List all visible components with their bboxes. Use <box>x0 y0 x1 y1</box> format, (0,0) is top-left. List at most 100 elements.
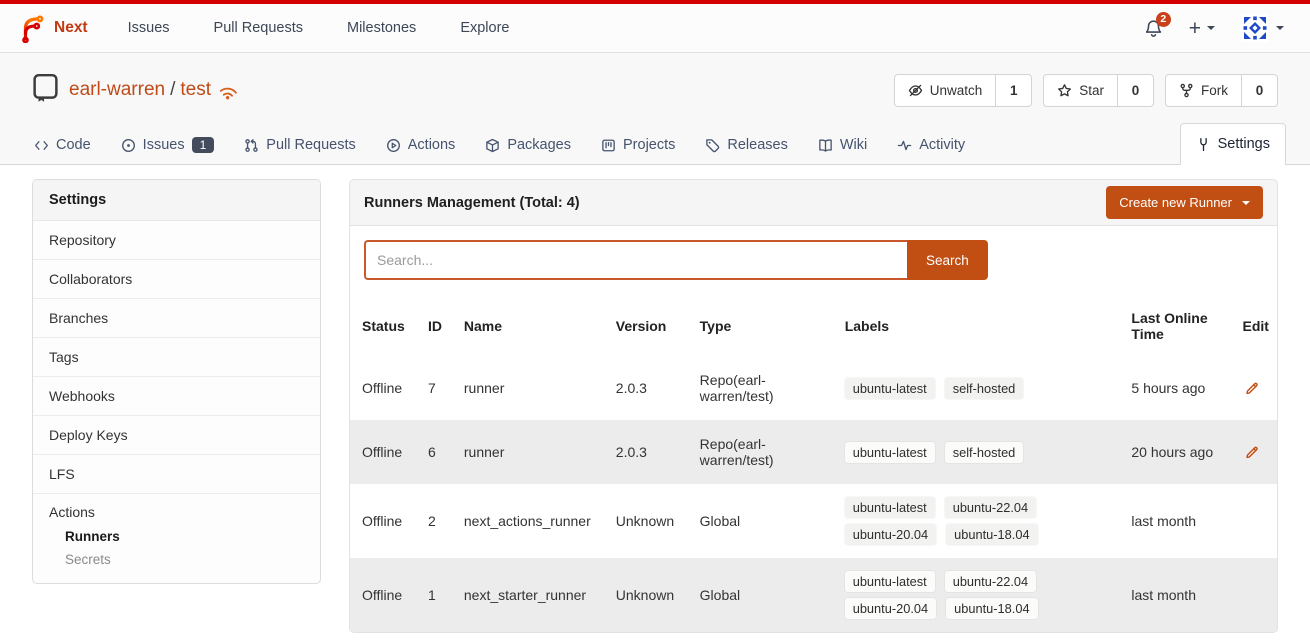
create-menu-button[interactable]: + <box>1189 18 1215 39</box>
runner-status-cell: Offline <box>350 420 416 484</box>
runner-label-pill: ubuntu-latest <box>845 442 935 463</box>
runner-row: Offline6runner2.0.3Repo(earl-warren/test… <box>350 420 1277 484</box>
sidebar-item-lfs[interactable]: LFS <box>33 455 320 494</box>
rss-icon[interactable] <box>217 78 241 102</box>
tab-packages[interactable]: Packages <box>475 126 581 164</box>
tag-icon <box>705 138 720 153</box>
notification-count-badge: 2 <box>1156 12 1171 27</box>
unwatch-label: Unwatch <box>930 83 983 98</box>
tab-activity[interactable]: Activity <box>887 126 975 164</box>
tab-label: Wiki <box>840 137 867 153</box>
runner-label-pill: ubuntu-22.04 <box>945 497 1036 518</box>
nav-link-explore[interactable]: Explore <box>460 20 509 36</box>
pencil-icon <box>1244 444 1260 460</box>
runners-panel: Runners Management (Total: 4) Create new… <box>349 179 1278 633</box>
tab-wiki[interactable]: Wiki <box>808 126 877 164</box>
tab-issues[interactable]: Issues1 <box>111 126 225 164</box>
avatar-identicon <box>1241 14 1269 42</box>
runner-last-online-cell: 20 hours ago <box>1119 420 1230 484</box>
runner-edit-cell <box>1230 484 1277 558</box>
search-row: Search <box>350 226 1277 296</box>
fork-button[interactable]: Fork <box>1166 75 1241 106</box>
caret-down-icon <box>1276 26 1284 30</box>
repo-name-link[interactable]: test <box>180 79 211 101</box>
nav-link-milestones[interactable]: Milestones <box>347 20 416 36</box>
tab-label: Settings <box>1218 136 1270 152</box>
sidebar-item-actions[interactable]: Actions <box>49 504 304 520</box>
unwatch-count[interactable]: 1 <box>995 75 1031 106</box>
runner-row: Offline7runner2.0.3Repo(earl-warren/test… <box>350 356 1277 420</box>
pencil-icon <box>1244 380 1260 396</box>
brand-link[interactable]: Next <box>54 19 88 37</box>
sidebar-subitem-runners[interactable]: Runners <box>65 529 304 544</box>
sidebar-header: Settings <box>33 180 320 221</box>
nav-link-issues[interactable]: Issues <box>128 20 170 36</box>
tab-code[interactable]: Code <box>24 126 101 164</box>
repo-action-buttons: Unwatch1Star0Fork0 <box>894 74 1278 107</box>
package-icon <box>485 138 500 153</box>
runner-edit-cell <box>1230 558 1277 632</box>
project-icon <box>601 138 616 153</box>
issue-icon <box>121 138 136 153</box>
top-navbar: Next Issues Pull Requests Milestones Explor… <box>0 4 1310 53</box>
runner-id-cell: 7 <box>416 356 452 420</box>
sidebar-item-repository[interactable]: Repository <box>33 221 320 260</box>
create-runner-button[interactable]: Create new Runner <box>1106 186 1263 219</box>
unwatch-button-group: Unwatch 1 <box>894 74 1033 107</box>
book-icon <box>32 73 59 107</box>
runner-label-pill: ubuntu-22.04 <box>945 571 1036 592</box>
sidebar-item-branches[interactable]: Branches <box>33 299 320 338</box>
tab-releases[interactable]: Releases <box>695 126 797 164</box>
user-menu-button[interactable] <box>1241 14 1284 42</box>
settings-sidebar: Settings RepositoryCollaboratorsBranches… <box>32 179 321 584</box>
search-button[interactable]: Search <box>907 240 988 280</box>
plus-icon: + <box>1189 18 1201 39</box>
runner-label-pill: ubuntu-latest <box>845 378 935 399</box>
unwatch-button[interactable]: Unwatch <box>895 75 996 106</box>
star-icon <box>1057 83 1072 98</box>
runner-labels-cell: ubuntu-latestself-hosted <box>833 420 1120 484</box>
column-header-last-online-time: Last Online Time <box>1119 296 1230 356</box>
sidebar-item-tags[interactable]: Tags <box>33 338 320 377</box>
sidebar-item-deploy-keys[interactable]: Deploy Keys <box>33 416 320 455</box>
tab-label: Activity <box>919 137 965 153</box>
activity-icon <box>897 138 912 153</box>
repo-title: earl-warren / test <box>32 73 237 107</box>
tab-pull-requests[interactable]: Pull Requests <box>234 126 365 164</box>
notifications-button[interactable]: 2 <box>1144 19 1163 38</box>
runner-name-cell: runner <box>452 420 604 484</box>
tab-actions[interactable]: Actions <box>376 126 466 164</box>
play-circle-icon <box>386 138 401 153</box>
edit-runner-button[interactable] <box>1242 442 1262 462</box>
edit-runner-button[interactable] <box>1242 378 1262 398</box>
runner-type-cell: Repo(earl-warren/test) <box>688 356 833 420</box>
sidebar-group-actions: Actions Runners Secrets <box>33 494 320 583</box>
runner-row: Offline1next_starter_runnerUnknownGlobal… <box>350 558 1277 632</box>
forgejo-logo-icon[interactable] <box>18 13 46 43</box>
sidebar-subitem-secrets[interactable]: Secrets <box>65 552 304 567</box>
tab-count-badge: 1 <box>192 137 215 153</box>
star-button-group: Star0 <box>1043 74 1154 107</box>
column-header-type: Type <box>688 296 833 356</box>
pull-request-icon <box>244 138 259 153</box>
fork-label: Fork <box>1201 83 1228 98</box>
runner-type-cell: Global <box>688 558 833 632</box>
tab-label: Code <box>56 137 91 153</box>
runner-name-cell: runner <box>452 356 604 420</box>
fork-count[interactable]: 0 <box>1241 75 1277 106</box>
star-button[interactable]: Star <box>1044 75 1117 106</box>
repo-owner-link[interactable]: earl-warren <box>69 79 165 101</box>
code-icon <box>34 138 49 153</box>
tab-settings[interactable]: Settings <box>1180 123 1286 165</box>
runner-edit-cell <box>1230 356 1277 420</box>
main-nav: Issues Pull Requests Milestones Explore <box>128 20 510 36</box>
sidebar-item-webhooks[interactable]: Webhooks <box>33 377 320 416</box>
nav-link-pull-requests[interactable]: Pull Requests <box>214 20 303 36</box>
sidebar-item-collaborators[interactable]: Collaborators <box>33 260 320 299</box>
runner-label-pill: ubuntu-18.04 <box>946 598 1037 619</box>
search-input[interactable] <box>364 240 907 280</box>
tab-projects[interactable]: Projects <box>591 126 685 164</box>
page: Next Issues Pull Requests Milestones Explor… <box>0 0 1310 644</box>
tab-label: Packages <box>507 137 571 153</box>
star-count[interactable]: 0 <box>1117 75 1153 106</box>
